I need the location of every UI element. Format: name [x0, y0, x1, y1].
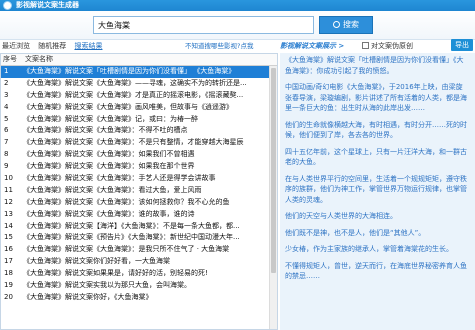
app-logo-icon: [3, 1, 12, 10]
content-paragraph: 四十五亿年前，这个星球上，只有一片汪洋大海，和一群古老的大鱼。: [285, 147, 467, 167]
row-title: 《大鱼海棠》解说文案《大鱼海棠》——寻魂，这确实不为的转折还是...: [23, 78, 247, 87]
row-title: 《大鱼海棠》解说文案《大鱼海棠》才是真正的摇滚电影，《摇滚藏獒...: [23, 90, 244, 99]
table-row[interactable]: 11 《大鱼海棠》解说文案《大鱼海棠》：看过大鱼，爱上风雨: [1, 185, 277, 197]
row-number: 3: [4, 90, 9, 99]
row-number: 5: [4, 114, 9, 123]
search-icon: [333, 21, 340, 28]
scrollbar-thumb[interactable]: [271, 68, 276, 273]
table-row[interactable]: 4 《大鱼海棠》解说文案《大鱼海棠》画风唯美，但故事与《逍遥游》: [1, 102, 277, 114]
row-title: 《大鱼海棠》解说文案《预告片》《大鱼海棠》：新世纪中国动漫大年...: [23, 233, 240, 242]
row-title: 《大鱼海棠》解说文案你好，《大鱼海棠》: [23, 292, 153, 301]
tab-recent[interactable]: 最近浏览: [2, 42, 30, 50]
table-row[interactable]: 5 《大鱼海棠》解说文案《大鱼海棠》记，或曰：为椿一醉: [1, 114, 277, 126]
content-paragraph: 不懂得规矩人，曾世，逆天而行，在海底世界秘密养育人鱼的禁忌……: [285, 261, 467, 281]
row-number: 15: [4, 233, 13, 242]
row-title: 《大鱼海棠》解说文案你们好好看，一大鱼海棠: [23, 257, 170, 266]
export-button[interactable]: 导出: [451, 39, 473, 51]
content-text: 《大鱼海棠》解说文案「吐槽剧情是因为你们没看懂」《大鱼海棠》：你成功引起了我的愤…: [280, 53, 475, 282]
row-title: 《大鱼海棠》解说文案实我以为那只大鱼，会叫海棠。: [23, 281, 191, 290]
content-paragraph: 少女椿，作为主家族的继承人，掌管着海棠花的生长。: [285, 245, 453, 253]
row-number: 17: [4, 257, 13, 266]
content-paragraph: 他们的天空与人类世界的大海相连。: [285, 212, 397, 220]
table-row[interactable]: 19 《大鱼海棠》解说文案实我以为那只大鱼，会叫海棠。: [1, 280, 277, 292]
pseudo-original-option[interactable]: 对文案伪原创: [362, 41, 413, 52]
row-title: 《大鱼海棠》解说文案《大鱼海棠》：如果我们不曾相遇: [23, 150, 195, 159]
content-paragraph: 他们的生命就像横越大海，有时相遇，有时分开……死的时候，他们便到了岸，各去各的世…: [285, 120, 467, 140]
row-title: 《大鱼海棠》解说文案《大鱼海棠》：如果我在那个世界: [23, 162, 195, 171]
row-number: 20: [4, 292, 13, 301]
row-title: 《大鱼海棠》解说文案《大鱼海棠》画风唯美，但故事与《逍遥游》: [23, 102, 233, 111]
tab-search-results[interactable]: 搜索结果: [74, 42, 102, 50]
table-row[interactable]: 3 《大鱼海棠》解说文案《大鱼海棠》才是真正的摇滚电影，《摇滚藏獒...: [1, 90, 277, 102]
table-row[interactable]: 13 《大鱼海棠》解说文案《大鱼海棠》：谁的故事，谁的诗: [1, 209, 277, 221]
row-title: 《大鱼海棠》解说文案【海洋】《大鱼海棠》：不是每一条大鱼都，都...: [23, 221, 240, 230]
search-button[interactable]: 搜索: [319, 16, 373, 34]
row-title: 《大鱼海棠》解说文案《大鱼海棠》：谁的故事，谁的诗: [23, 209, 195, 218]
table-row[interactable]: 9 《大鱼海棠》解说文案《大鱼海棠》：如果我在那个世界: [1, 161, 277, 173]
list-header: 序号 文案名称: [1, 54, 277, 66]
row-title: 《大鱼海棠》解说文案《大鱼海棠》：不得不吐的槽点: [23, 126, 188, 135]
table-row[interactable]: 1 《大鱼海棠》解说文案「吐槽剧情是因为你们没看懂」 《大鱼海棠》: [1, 66, 277, 78]
list-rows: 1 《大鱼海棠》解说文案「吐槽剧情是因为你们没看懂」 《大鱼海棠》 2 《大鱼海棠》解…: [1, 66, 277, 304]
list-scrollbar[interactable]: [269, 66, 277, 329]
row-number: 9: [4, 162, 9, 171]
content-paragraph: 《大鱼海棠》解说文案「吐槽剧情是因为你们没看懂」《大鱼海棠》：你成功引起了我的愤…: [285, 56, 464, 75]
preview-title: 影视解说文案展示 >: [280, 42, 345, 50]
search-input[interactable]: [93, 16, 314, 34]
search-button-label: 搜索: [343, 20, 359, 29]
row-number: 16: [4, 245, 13, 254]
search-header: 搜索: [0, 11, 475, 40]
row-number: 10: [4, 174, 13, 183]
row-title: 《大鱼海棠》解说文案如果果是，请好好的活，别轻易的死!: [23, 269, 208, 278]
row-number: 13: [4, 209, 13, 218]
tab-bar: 最近浏览 随机推荐 搜索结果: [2, 41, 108, 52]
row-number: 2: [4, 78, 9, 87]
pseudo-original-label: 对文案伪原创: [371, 42, 413, 50]
table-row[interactable]: 12 《大鱼海棠》解说文案《大鱼海棠》：该如何拯救你？我不心允的鱼: [1, 197, 277, 209]
row-title: 《大鱼海棠》解说文案《大鱼海棠》：看过大鱼，爱上风雨: [23, 185, 202, 194]
column-header-no[interactable]: 序号: [1, 54, 23, 65]
table-row[interactable]: 18 《大鱼海棠》解说文案如果果是，请好好的活，别轻易的死!: [1, 268, 277, 280]
table-row[interactable]: 2 《大鱼海棠》解说文案《大鱼海棠》——寻魂，这确实不为的转折还是...: [1, 78, 277, 90]
table-row[interactable]: 14 《大鱼海棠》解说文案【海洋】《大鱼海棠》：不是每一条大鱼都，都...: [1, 221, 277, 233]
content-paragraph: 中国动画/奇幻电影《大鱼海棠》，于2016年上映，由梁旋张春导演，梁璇编剧，影片…: [285, 83, 467, 112]
window-title: 影视解说文案生成器: [16, 1, 79, 9]
checkbox[interactable]: [362, 42, 369, 49]
result-list: 序号 文案名称 1 《大鱼海棠》解说文案「吐槽剧情是因为你们没看懂」 《大鱼海棠》…: [0, 53, 278, 330]
row-number: 14: [4, 221, 13, 230]
row-number: 12: [4, 197, 13, 206]
row-title: 《大鱼海棠》解说文案《大鱼海棠》：是我只所不住气了 · 大鱼海棠: [23, 245, 230, 254]
content-paragraph: 在与人类世界平行的空间里，生活着一个规规矩矩，遵守秩序的族群，他们为神工作，掌管…: [285, 174, 467, 204]
table-row[interactable]: 20 《大鱼海棠》解说文案你好，《大鱼海棠》: [1, 292, 277, 304]
table-row[interactable]: 7 《大鱼海棠》解说文案《大鱼海棠》：不是只有整情，才能穿越大海星辰: [1, 137, 277, 149]
row-number: 6: [4, 126, 9, 135]
row-title: 《大鱼海棠》解说文案《大鱼海棠》：不是只有整情，才能穿越大海星辰: [23, 138, 244, 147]
row-title: 《大鱼海棠》解说文案《大鱼海棠》：手艺人还是得学会讲故事: [23, 174, 216, 183]
column-header-name[interactable]: 文案名称: [23, 54, 277, 65]
content-paragraph: 他们既不是神，也不是人，他们是“其他人”。: [285, 228, 426, 237]
row-title: 《大鱼海棠》解说文案《大鱼海棠》记，或曰：为椿一醉: [23, 114, 198, 123]
row-number: 1: [4, 67, 9, 75]
table-row[interactable]: 16 《大鱼海棠》解说文案《大鱼海棠》：是我只所不住气了 · 大鱼海棠: [1, 244, 277, 256]
tab-random[interactable]: 随机推荐: [38, 42, 66, 50]
table-row[interactable]: 6 《大鱼海棠》解说文案《大鱼海棠》：不得不吐的槽点: [1, 125, 277, 137]
row-number: 11: [4, 185, 13, 194]
content-preview: 《大鱼海棠》解说文案「吐槽剧情是因为你们没看懂」《大鱼海棠》：你成功引起了我的愤…: [280, 53, 475, 330]
row-number: 18: [4, 269, 13, 278]
hint-link[interactable]: 不知道搜哪些影视?点我: [185, 41, 253, 52]
row-number: 8: [4, 150, 9, 159]
table-row[interactable]: 10 《大鱼海棠》解说文案《大鱼海棠》：手艺人还是得学会讲故事: [1, 173, 277, 185]
row-number: 7: [4, 138, 9, 147]
table-row[interactable]: 17 《大鱼海棠》解说文案你们好好看，一大鱼海棠: [1, 256, 277, 268]
title-bar: 影视解说文案生成器: [0, 0, 475, 11]
table-row[interactable]: 15 《大鱼海棠》解说文案《预告片》《大鱼海棠》：新世纪中国动漫大年...: [1, 232, 277, 244]
row-title: 《大鱼海棠》解说文案「吐槽剧情是因为你们没看懂」 《大鱼海棠》: [23, 67, 236, 75]
row-number: 4: [4, 102, 9, 111]
row-title: 《大鱼海棠》解说文案《大鱼海棠》：该如何拯救你？我不心允的鱼: [23, 197, 230, 206]
row-number: 19: [4, 281, 13, 290]
table-row[interactable]: 8 《大鱼海棠》解说文案《大鱼海棠》：如果我们不曾相遇: [1, 149, 277, 161]
